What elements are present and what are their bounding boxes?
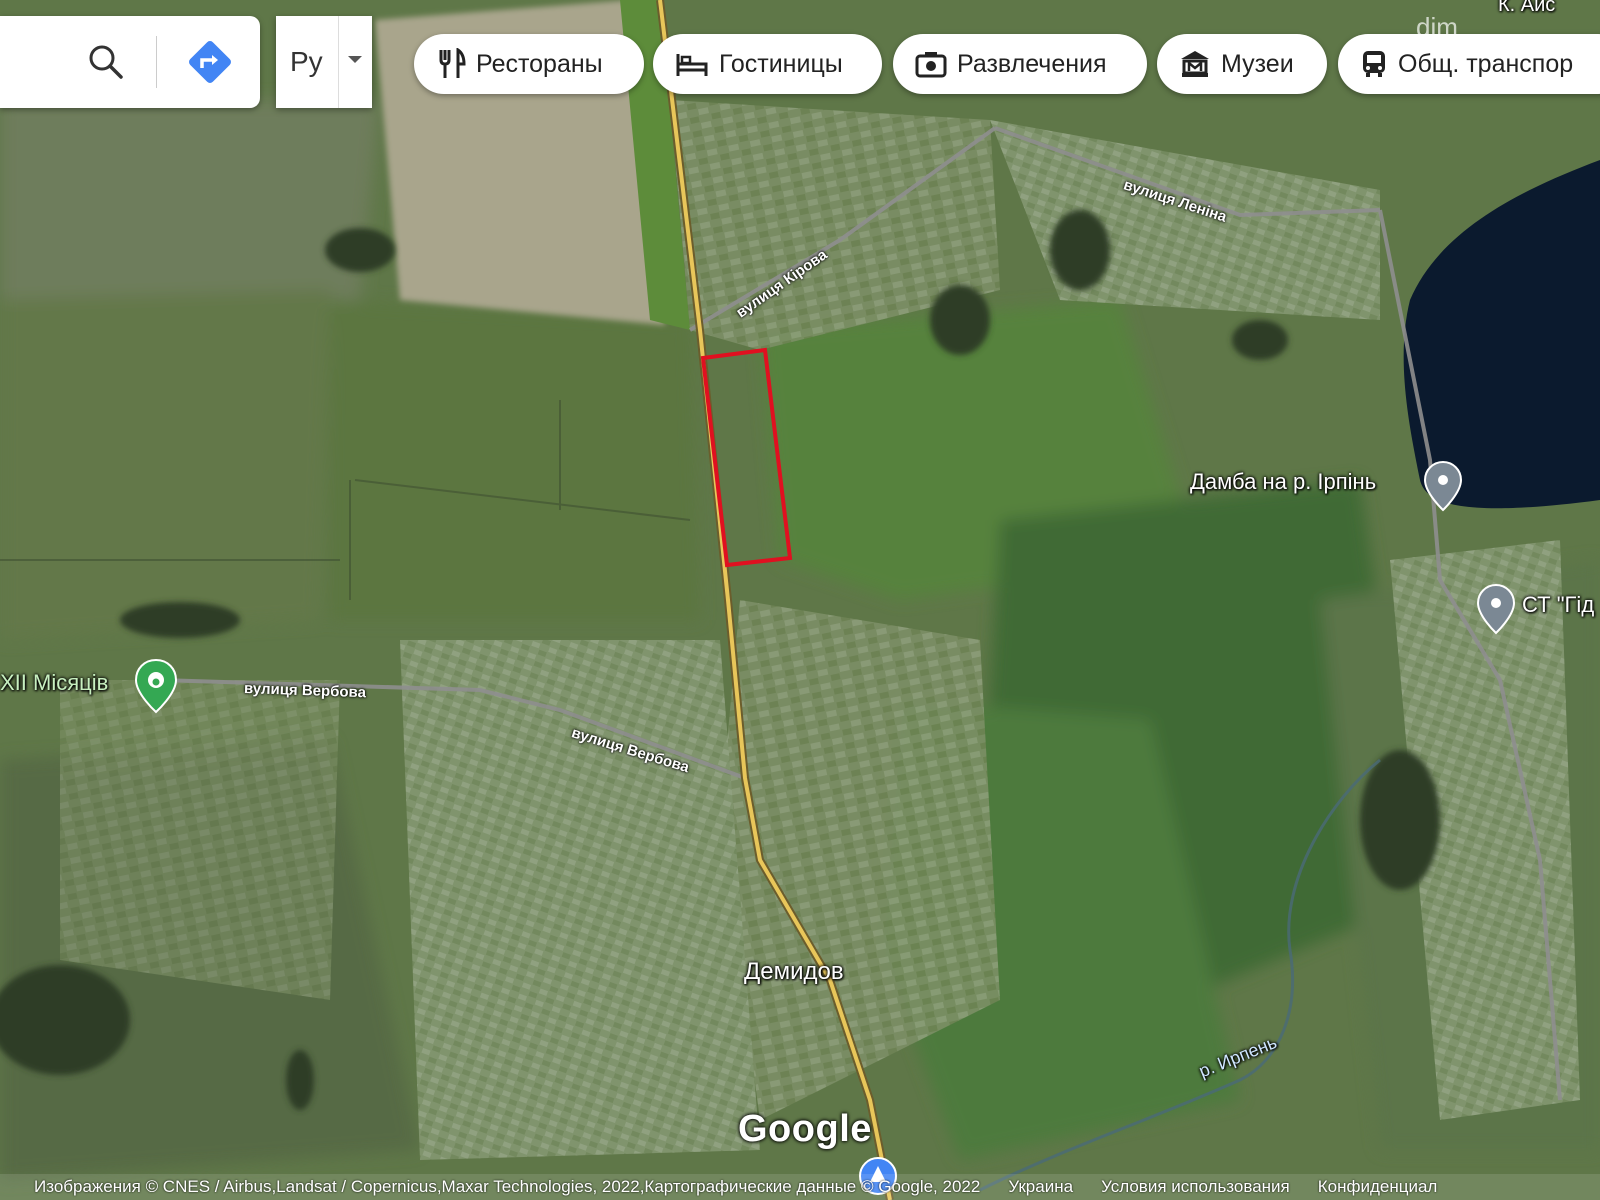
directions-icon[interactable]: [186, 38, 234, 91]
chip-label: Рестораны: [476, 49, 603, 78]
chip-hotels[interactable]: Гостиницы: [653, 34, 882, 94]
imagery-credit: Изображения © CNES / Airbus,Landsat / Co…: [34, 1177, 981, 1196]
chip-label: Общ. транспор: [1398, 49, 1574, 78]
place-label-fragment: К. Айс: [1498, 0, 1556, 16]
fork-knife-icon: [439, 48, 466, 78]
place-label-dam[interactable]: Дамба на р. Ірпінь: [1190, 469, 1376, 495]
bed-icon: [676, 54, 708, 76]
chip-label: Музеи: [1221, 49, 1294, 78]
place-label-misyatsiv[interactable]: XII Місяців: [0, 670, 108, 696]
divider: [156, 36, 157, 88]
chip-entertainment[interactable]: Развлечения: [893, 34, 1147, 94]
chip-label: Развлечения: [957, 49, 1107, 78]
country-link[interactable]: Украина: [1008, 1177, 1073, 1197]
camera-icon: [915, 52, 947, 78]
place-label-demydiv: Демидов: [744, 958, 844, 985]
attribution-bar: Изображения © CNES / Airbus,Landsat / Co…: [0, 1174, 1600, 1200]
chip-restaurants[interactable]: Рестораны: [414, 34, 644, 94]
watermark: dim: [1416, 12, 1458, 42]
chip-label: Гостиницы: [719, 49, 843, 78]
museum-icon: [1181, 51, 1209, 77]
chip-museums[interactable]: Музеи: [1157, 34, 1327, 94]
satellite-map[interactable]: [0, 0, 1600, 1200]
search-icon[interactable]: [86, 42, 126, 87]
terms-link[interactable]: Условия использования: [1101, 1177, 1290, 1197]
language-value: Ру: [290, 46, 323, 77]
place-label-st[interactable]: СТ "Гід: [1522, 592, 1594, 618]
language-selector[interactable]: Ру: [276, 16, 372, 108]
bus-icon: [1363, 51, 1385, 77]
divider: [338, 16, 339, 108]
chevron-down-icon[interactable]: [348, 56, 362, 63]
google-logo: Google: [738, 1108, 872, 1150]
privacy-link[interactable]: Конфиденциал: [1318, 1177, 1438, 1197]
search-box[interactable]: [0, 16, 260, 108]
